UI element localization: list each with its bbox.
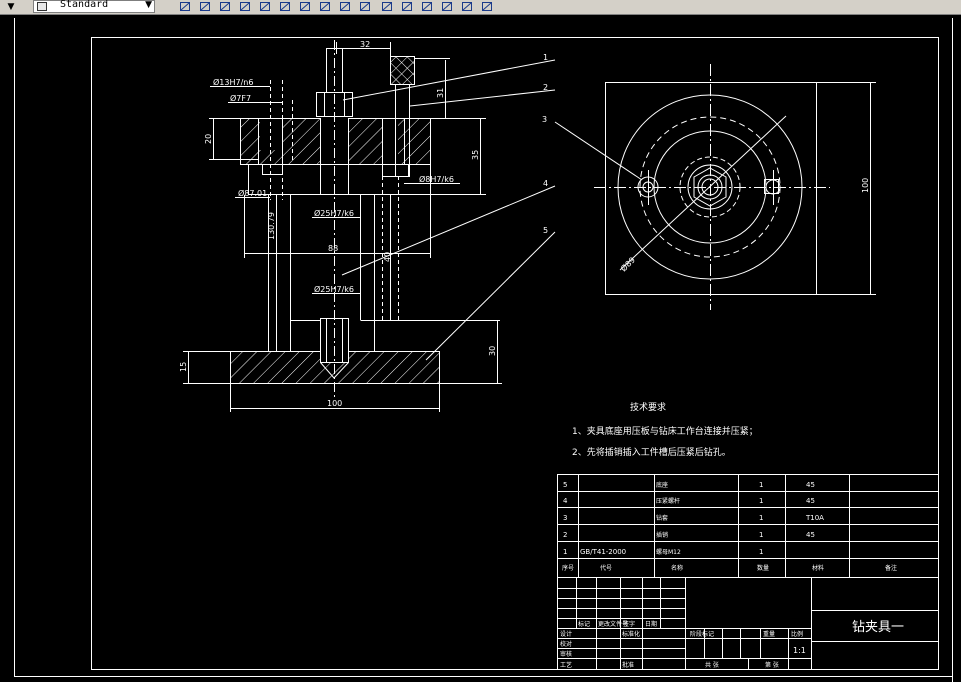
bom-name: 插销 bbox=[656, 531, 668, 539]
tb-stage: 阶段标记 bbox=[690, 630, 714, 638]
dim-88: 88 bbox=[328, 244, 338, 253]
balloon-1: 1 bbox=[543, 53, 548, 62]
bom-code: GB/T41-2000 bbox=[580, 548, 626, 556]
rectangle-icon[interactable] bbox=[380, 0, 394, 13]
bom-material: T10A bbox=[805, 514, 824, 522]
tb-stdz: 标准化 bbox=[622, 630, 640, 638]
grid-icon[interactable] bbox=[258, 0, 272, 13]
bom-name: 钻套 bbox=[656, 514, 668, 522]
tb-craft: 工艺 bbox=[560, 661, 572, 669]
bom-qty: 1 bbox=[759, 531, 763, 539]
hdr-qty: 数量 bbox=[757, 564, 769, 572]
hdr-num: 序号 bbox=[562, 564, 574, 572]
bom-material: 45 bbox=[806, 497, 815, 505]
drawing-title: 钻夹具一 bbox=[852, 620, 904, 635]
bom-num: 4 bbox=[563, 497, 568, 505]
sheet-frame bbox=[91, 37, 939, 670]
tb-scale: 1:1 bbox=[793, 646, 806, 655]
bom-table bbox=[557, 474, 939, 578]
stretch-icon[interactable] bbox=[338, 0, 352, 13]
hdr-note: 备注 bbox=[885, 564, 897, 572]
trim-icon[interactable] bbox=[358, 0, 372, 13]
notes-title: 技术要求 bbox=[630, 401, 666, 413]
move-icon[interactable] bbox=[278, 0, 292, 13]
tb-date: 日期 bbox=[645, 620, 657, 628]
balloon-3: 3 bbox=[542, 115, 547, 124]
drawing-canvas[interactable]: 32 31 20 35 100 30 15 100 88 130.79 40 Ø… bbox=[0, 15, 961, 682]
text-style-select[interactable]: Standard ▼ bbox=[33, 0, 155, 13]
mirror-icon[interactable] bbox=[218, 0, 232, 13]
layer-dropdown-arrow-icon[interactable]: ▼ bbox=[1, 1, 21, 13]
bom-num: 3 bbox=[563, 514, 567, 522]
fit-8: Ø8H7/k6 bbox=[419, 174, 454, 184]
break-icon[interactable] bbox=[420, 0, 434, 13]
bom-name: 底座 bbox=[656, 481, 668, 489]
dim-15: 15 bbox=[179, 362, 188, 372]
rectangle-2-icon[interactable] bbox=[400, 0, 414, 13]
dim-20: 20 bbox=[204, 134, 213, 144]
bom-qty: 1 bbox=[759, 548, 763, 556]
text-style-name: Standard bbox=[60, 0, 109, 10]
dim-100-h: 100 bbox=[327, 399, 342, 408]
tb-approve: 批准 bbox=[622, 661, 634, 669]
hdr-mat: 材料 bbox=[812, 564, 824, 572]
bom-qty: 1 bbox=[759, 514, 763, 522]
bom-material: 45 bbox=[806, 531, 815, 539]
balloon-5: 5 bbox=[543, 226, 548, 235]
dim-89: Ø89 bbox=[618, 255, 637, 274]
tb-sign: 签字 bbox=[623, 620, 635, 628]
pencil-icon[interactable] bbox=[178, 0, 192, 13]
fillet-icon[interactable] bbox=[440, 0, 454, 13]
hdr-code: 代号 bbox=[600, 564, 612, 572]
scale-icon[interactable] bbox=[318, 0, 332, 13]
note-2: 2、先将插销插入工件槽后压紧后钻孔。 bbox=[572, 446, 731, 458]
fit-25-lower: Ø25H7/k6 bbox=[314, 284, 354, 294]
rotate-icon[interactable] bbox=[298, 0, 312, 13]
bom-num: 5 bbox=[563, 481, 567, 489]
tb-page: 第 张 bbox=[765, 661, 779, 669]
top-view bbox=[554, 64, 876, 310]
note-1: 1、夹具底座用压板与钻床工作台连接并压紧； bbox=[572, 425, 758, 437]
bom-material: 45 bbox=[806, 481, 815, 489]
tb-design: 设计 bbox=[560, 630, 572, 638]
tb-sheet: 共 张 bbox=[705, 661, 719, 669]
dim-30: 30 bbox=[488, 346, 497, 356]
tb-check: 校对 bbox=[560, 640, 572, 648]
fit-25-upper: Ø25H7/k6 bbox=[314, 208, 354, 218]
dim-40: 40 bbox=[383, 252, 392, 262]
bom-num: 2 bbox=[563, 531, 567, 539]
match-properties-icon[interactable] bbox=[198, 0, 212, 13]
dim-35: 35 bbox=[471, 150, 480, 160]
tb-weight: 重量 bbox=[763, 630, 775, 638]
fit-13: Ø13H7/n6 bbox=[213, 77, 253, 87]
fit-7: Ø7F7 bbox=[230, 93, 251, 103]
bom-qty: 1 bbox=[759, 497, 763, 505]
tb-marker: 标记 bbox=[578, 620, 590, 628]
dim-100-v: 100 bbox=[861, 178, 870, 193]
balloon-2: 2 bbox=[543, 83, 548, 92]
bom-name: 压紧螺杆 bbox=[656, 497, 680, 505]
bom-name: 螺母M12 bbox=[656, 548, 681, 556]
bom-qty: 1 bbox=[759, 481, 763, 489]
dim-32: 32 bbox=[360, 40, 370, 49]
explode-icon[interactable] bbox=[480, 0, 494, 13]
table-icon[interactable] bbox=[238, 0, 252, 13]
toolbar: ▼ Standard ▼ bbox=[0, 0, 961, 15]
text-style-icon bbox=[37, 2, 47, 11]
tb-review: 审核 bbox=[560, 650, 572, 658]
fit-87: Ø87.01 bbox=[238, 188, 267, 198]
tb-scale-label: 比例 bbox=[791, 630, 803, 638]
balloon-4: 4 bbox=[543, 179, 548, 188]
chamfer-icon[interactable] bbox=[460, 0, 474, 13]
chevron-down-icon[interactable]: ▼ bbox=[145, 0, 152, 10]
dim-130: 130.79 bbox=[267, 212, 276, 240]
hdr-name: 名称 bbox=[671, 564, 683, 572]
bom-num: 1 bbox=[563, 548, 567, 556]
dim-31: 31 bbox=[436, 88, 445, 98]
